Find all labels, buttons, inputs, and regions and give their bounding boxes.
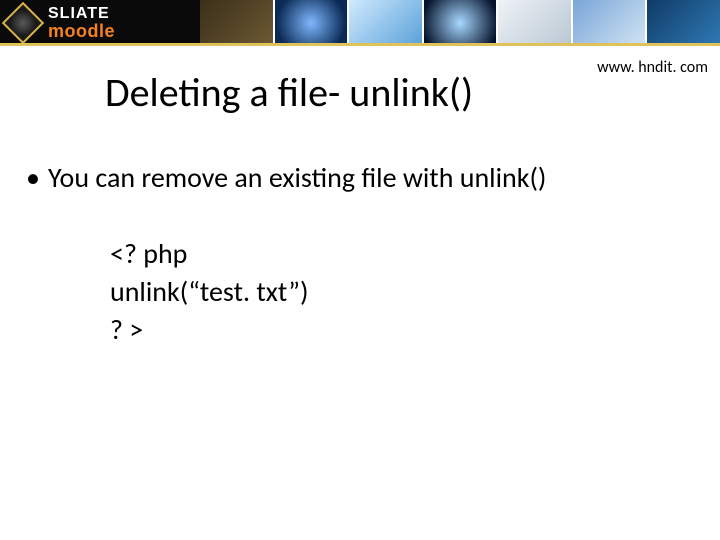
header-banner: SLIATE moodle	[0, 0, 720, 46]
bullet-1: You can remove an existing file with unl…	[20, 160, 700, 195]
slide-title: Deleting a file- unlink()	[105, 68, 473, 117]
diamond-icon	[2, 2, 44, 44]
banner-image-4	[424, 0, 497, 46]
banner-image-6	[573, 0, 646, 46]
banner-image-row	[200, 0, 720, 46]
slide-body: You can remove an existing file with unl…	[20, 160, 700, 348]
banner-image-2	[275, 0, 348, 46]
code-line-2: unlink(“test. txt”)	[110, 273, 700, 311]
logo-line-2: moodle	[48, 22, 115, 40]
banner-logo-block: SLIATE moodle	[0, 0, 200, 46]
slide: SLIATE moodle www. hndit. com Deleting a…	[0, 0, 720, 540]
banner-image-1	[200, 0, 273, 46]
logo-text: SLIATE moodle	[48, 6, 115, 40]
source-url: www. hndit. com	[597, 58, 708, 77]
code-block: <? php unlink(“test. txt”) ? >	[20, 235, 700, 348]
logo-line-1: SLIATE	[48, 6, 115, 22]
banner-image-5	[498, 0, 571, 46]
banner-underline	[0, 43, 720, 46]
code-line-1: <? php	[110, 235, 700, 273]
banner-strip: SLIATE moodle	[0, 0, 720, 46]
code-line-3: ? >	[110, 311, 700, 349]
banner-image-7	[647, 0, 720, 46]
banner-image-3	[349, 0, 422, 46]
